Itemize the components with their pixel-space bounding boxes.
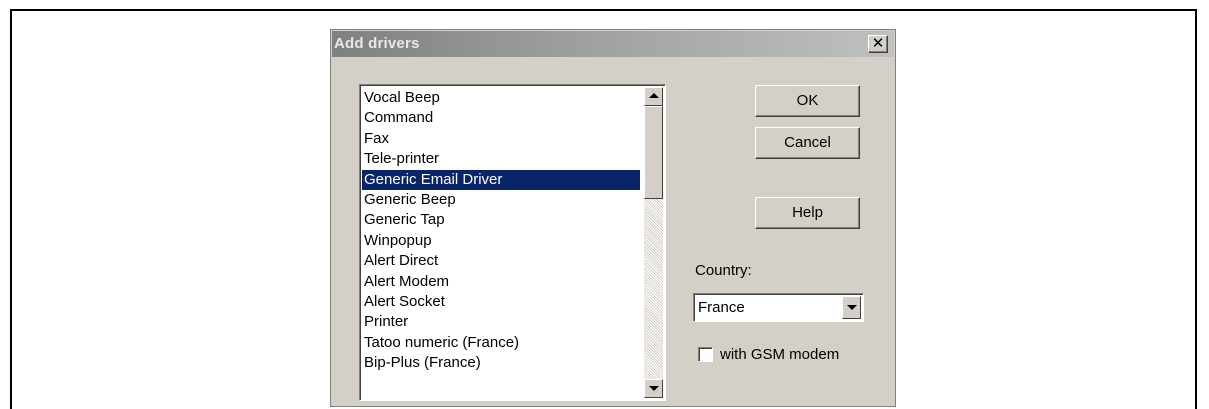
ok-button[interactable]: OK xyxy=(755,85,860,117)
chevron-down-icon xyxy=(847,305,857,310)
driver-list-item[interactable]: Fax xyxy=(362,129,640,149)
driver-list-item[interactable]: Alert Direct xyxy=(362,251,640,271)
driver-list-item[interactable]: Tele-printer xyxy=(362,149,640,169)
country-value: France xyxy=(698,299,745,316)
country-label: Country: xyxy=(695,262,752,279)
scrollbar-thumb[interactable] xyxy=(644,106,663,199)
driver-list-item[interactable]: Generic Beep xyxy=(362,190,640,210)
drivers-list: Vocal Beep Command Fax Tele-printer Generic … xyxy=(362,88,640,373)
dialog-title: Add drivers xyxy=(334,35,420,52)
driver-list-item[interactable]: Printer xyxy=(362,312,640,332)
close-icon: ✕ xyxy=(871,34,885,52)
driver-list-item[interactable]: Generic Email Driver xyxy=(362,169,640,190)
driver-list-item[interactable]: Tatoo numeric (France) xyxy=(362,333,640,353)
help-button[interactable]: Help xyxy=(755,197,860,229)
driver-list-item[interactable]: Vocal Beep xyxy=(362,88,640,108)
vertical-scrollbar[interactable] xyxy=(644,87,663,398)
country-select[interactable]: France xyxy=(693,293,864,322)
driver-list-item[interactable]: Winpopup xyxy=(362,231,640,251)
scroll-down-button[interactable] xyxy=(644,379,663,398)
arrow-up-icon xyxy=(649,93,659,98)
close-button[interactable]: ✕ xyxy=(868,35,888,53)
gsm-modem-checkbox[interactable] xyxy=(698,347,713,362)
arrow-down-icon xyxy=(649,386,659,391)
add-drivers-dialog: Add drivers ✕ Vocal Beep Command Fax Tele-p… xyxy=(330,29,896,407)
title-bar[interactable]: Add drivers ✕ xyxy=(332,31,894,57)
driver-list-item[interactable]: Bip-Plus (France) xyxy=(362,353,640,373)
gsm-modem-label[interactable]: with GSM modem xyxy=(720,346,839,363)
drivers-listbox[interactable]: Vocal Beep Command Fax Tele-printer Generic … xyxy=(359,84,666,401)
country-dropdown-button[interactable] xyxy=(842,296,861,319)
cancel-button[interactable]: Cancel xyxy=(755,127,860,159)
driver-list-item[interactable]: Command xyxy=(362,108,640,128)
driver-list-item[interactable]: Alert Socket xyxy=(362,292,640,312)
driver-list-item[interactable]: Generic Tap xyxy=(362,210,640,230)
driver-list-item[interactable]: Alert Modem xyxy=(362,272,640,292)
scroll-up-button[interactable] xyxy=(644,87,663,106)
